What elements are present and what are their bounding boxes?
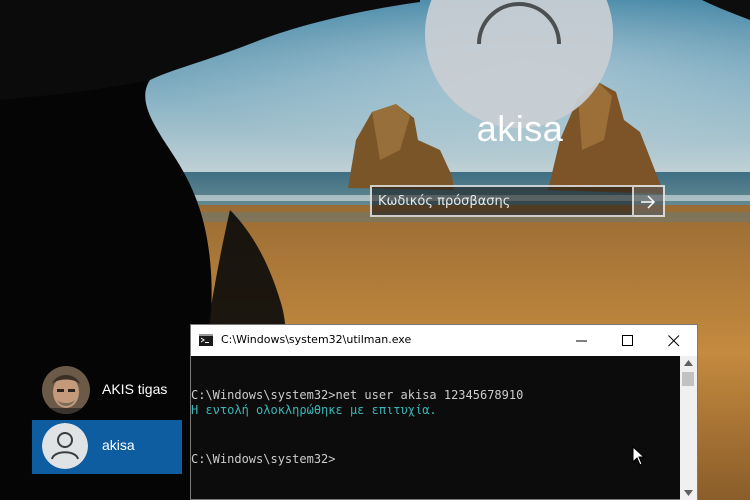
password-field-container	[370, 185, 634, 217]
maximize-icon	[622, 335, 633, 346]
console-window[interactable]: C:\Windows\system32\utilman.exe C:\Windo…	[190, 324, 698, 500]
login-username: akisa	[476, 108, 564, 149]
user-list-item[interactable]: AKIS tigas	[32, 364, 182, 416]
console-result-line: Η εντολή ολοκληρώθηκε με επιτυχία.	[191, 403, 437, 417]
console-command-line: C:\Windows\system32>net user akisa 12345…	[191, 388, 524, 402]
user-photo-avatar	[42, 366, 90, 414]
console-titlebar[interactable]: C:\Windows\system32\utilman.exe	[191, 325, 697, 356]
user-silhouette-icon	[42, 423, 88, 469]
user-default-avatar	[42, 423, 88, 469]
user-list-item-selected[interactable]: akisa	[32, 420, 182, 474]
console-prompt-line: C:\Windows\system32>	[191, 452, 336, 466]
cmd-icon	[199, 334, 213, 346]
close-icon	[668, 335, 680, 347]
console-output[interactable]: C:\Windows\system32>net user akisa 12345…	[191, 356, 680, 500]
console-scrollbar[interactable]	[680, 356, 697, 500]
password-input[interactable]	[372, 187, 634, 215]
submit-button[interactable]	[634, 185, 665, 217]
maximize-button[interactable]	[605, 325, 651, 356]
scroll-down-arrow-icon[interactable]	[684, 490, 693, 496]
user-list-item-name: AKIS tigas	[102, 381, 168, 397]
console-title: C:\Windows\system32\utilman.exe	[221, 333, 412, 346]
arrow-right-icon	[641, 195, 656, 209]
scroll-up-arrow-icon[interactable]	[684, 360, 693, 366]
close-button[interactable]	[651, 325, 697, 356]
minimize-button[interactable]	[559, 325, 605, 356]
minimize-icon	[576, 340, 587, 342]
user-list-item-name: akisa	[102, 437, 135, 453]
scroll-thumb[interactable]	[682, 372, 694, 386]
user-photo-icon	[42, 366, 90, 414]
mouse-cursor-icon	[632, 446, 646, 466]
